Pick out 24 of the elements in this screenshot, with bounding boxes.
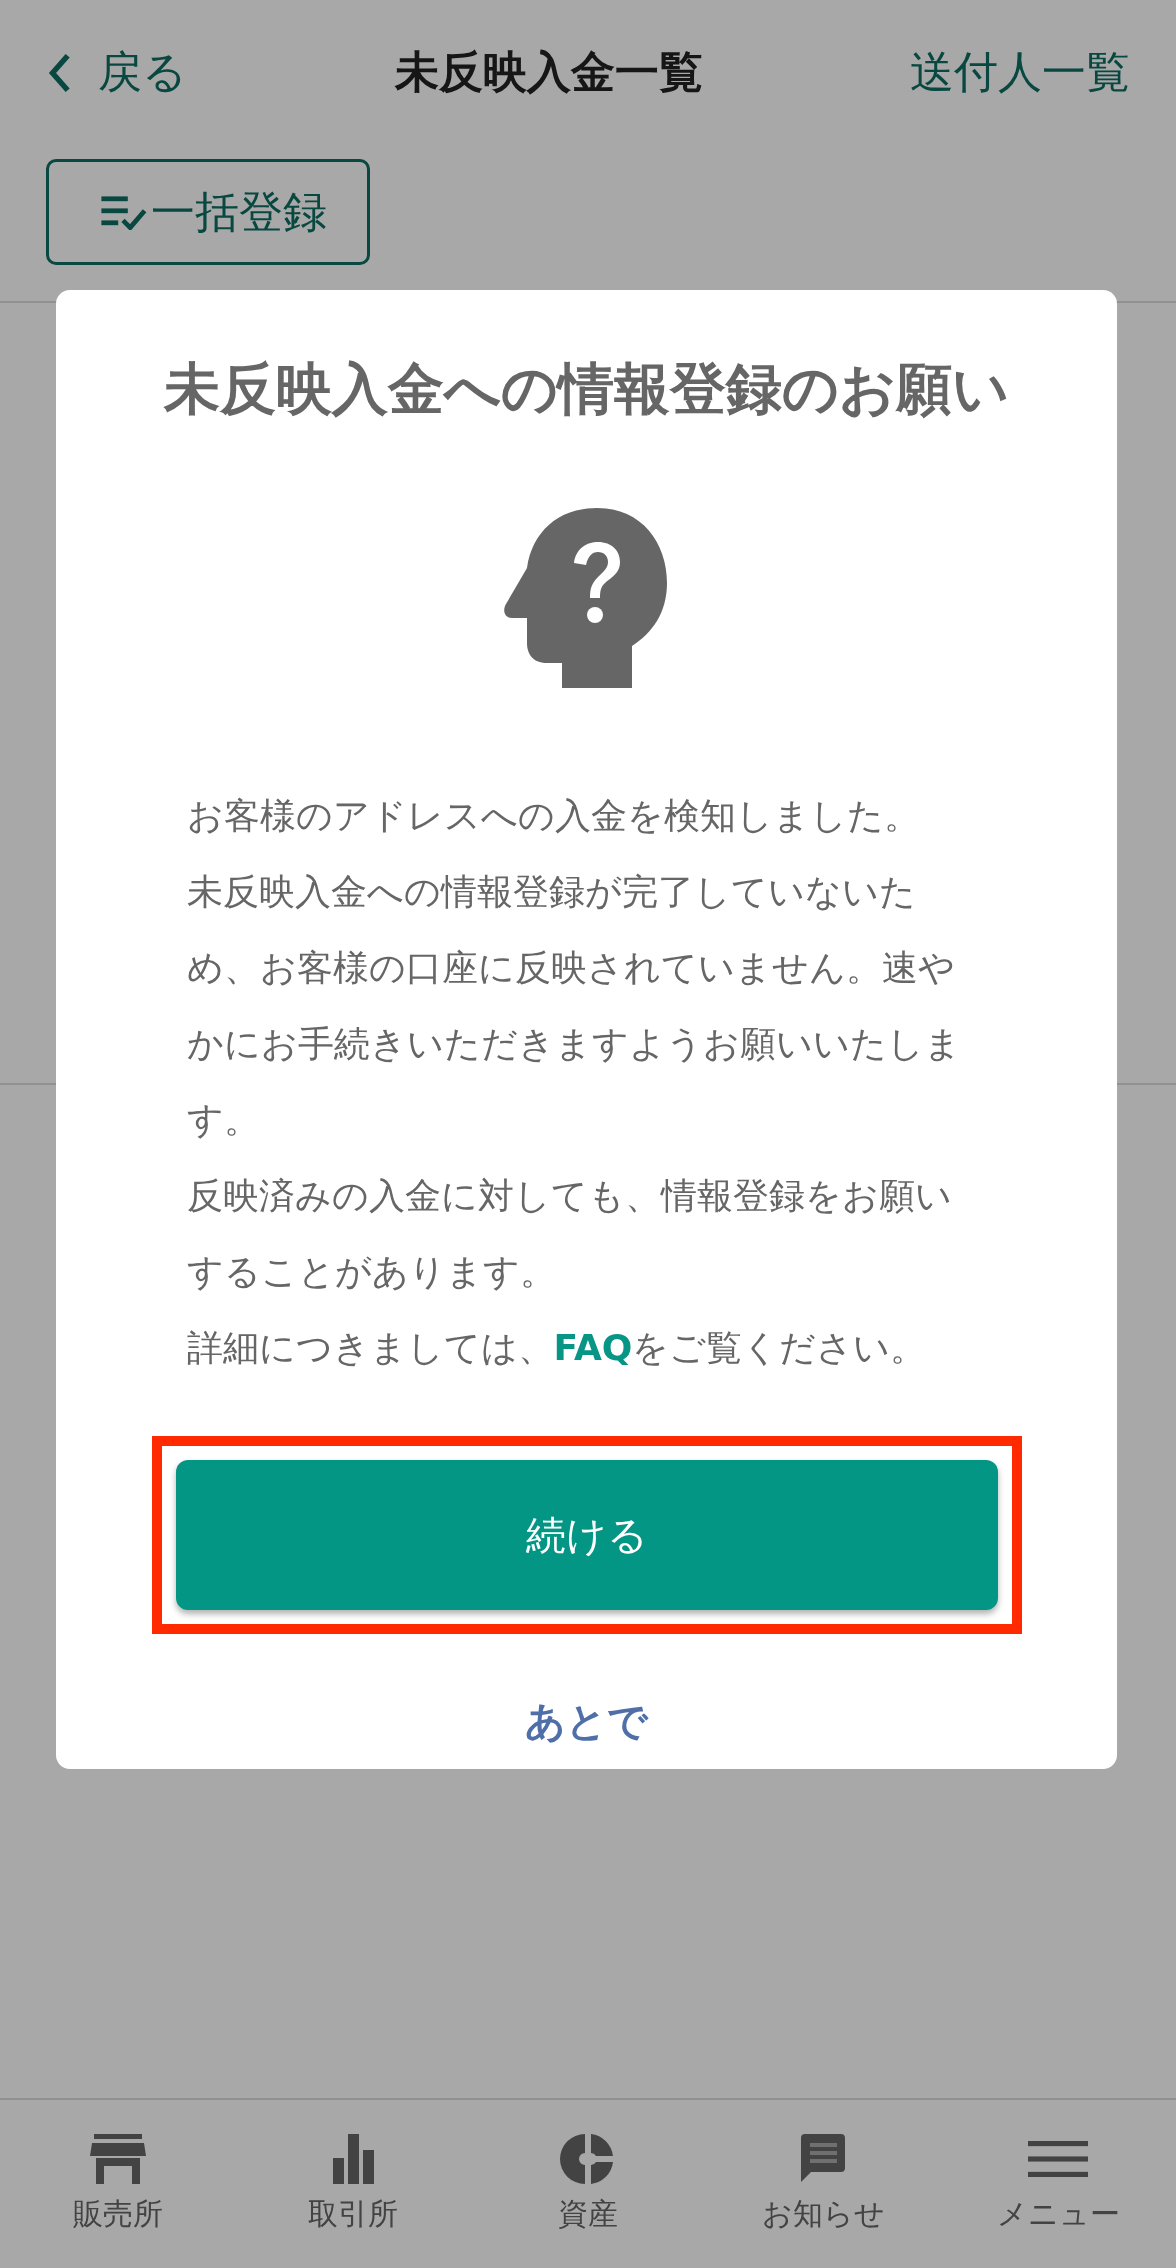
later-link[interactable]: あとで <box>525 1694 648 1755</box>
nav-label: 資産 <box>558 2194 618 2233</box>
dialog-text: 詳細につきましては、FAQをご覧ください。 <box>186 1326 928 1370</box>
list-check-icon <box>99 194 147 230</box>
dialog-text: お客様のアドレスへの入金を検知しました。 <box>186 794 921 838</box>
nav-tab[interactable]: お知らせ <box>705 2100 941 2268</box>
nav-tab[interactable]: 販売所 <box>0 2100 236 2268</box>
page-title: 未反映入金一覧 <box>394 45 703 99</box>
faq-link[interactable]: FAQ <box>553 1327 633 1368</box>
nav-tab[interactable]: 取引所 <box>235 2100 471 2268</box>
back-link[interactable]: 戻る <box>46 43 187 102</box>
dialog-text: 反映済みの入金に対しても、情報登録をお願いすることがあります。 <box>186 1174 953 1294</box>
store-icon <box>87 2133 148 2184</box>
continue-button[interactable]: 続ける <box>175 1460 998 1610</box>
dialog-title: 未反映入金への情報登録のお願い <box>162 355 1010 423</box>
nav-label: 販売所 <box>72 2194 163 2233</box>
nav-label: メニュー <box>996 2194 1120 2233</box>
nav-tab[interactable]: メニュー <box>940 2100 1176 2268</box>
dialog-text: 未反映入金への情報登録が完了していないため、お客様の口座に反映されていません。速やかにお手続きいただきますようお願いいたします。 <box>186 870 962 1142</box>
nav-label: 取引所 <box>307 2194 398 2233</box>
nav-tab[interactable]: 資産 <box>470 2100 706 2268</box>
bulk-register-button[interactable]: 一括登録 <box>46 159 370 265</box>
nav-label: お知らせ <box>761 2194 885 2233</box>
sender-list-link[interactable]: 送付人一覧 <box>910 43 1130 102</box>
